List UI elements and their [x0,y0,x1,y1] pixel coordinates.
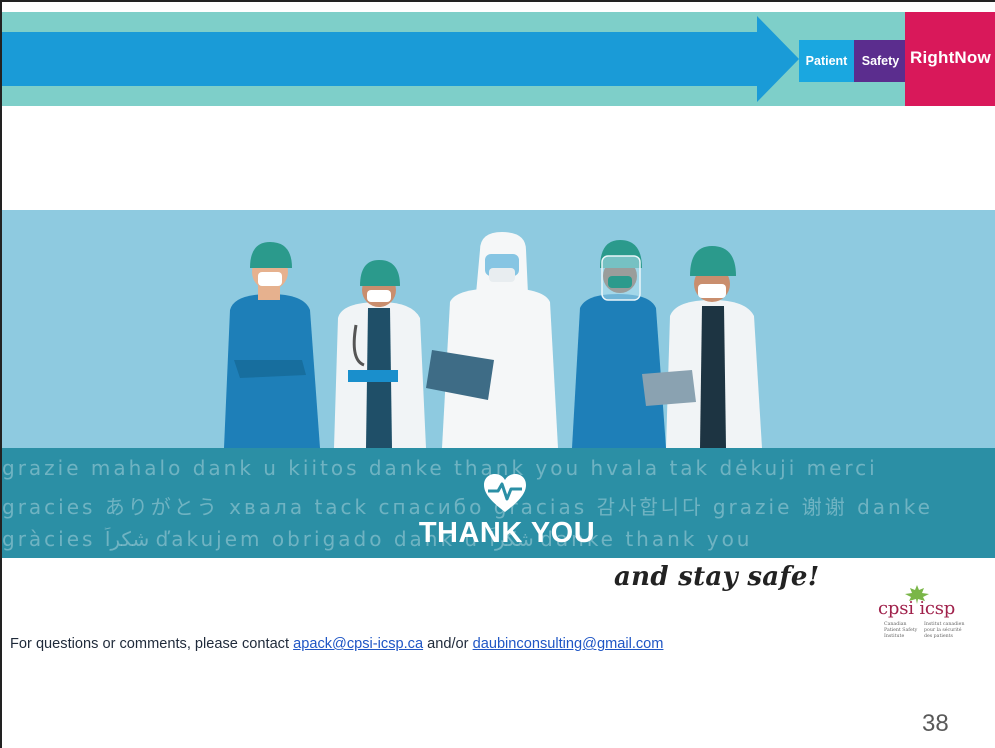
thank-you-text: THANK YOU [418,517,596,549]
worker-2 [334,260,426,448]
logo-right-now-text: RightNow [910,48,991,67]
contact-line: For questions or comments, please contac… [10,636,663,652]
logo-patient: Patient [799,40,854,82]
header-arrow-icon [2,16,799,102]
contact-prefix: For questions or comments, please contac… [10,636,294,652]
email-link-apack[interactable]: apack@cpsi-icsp.ca [293,636,423,652]
patient-safety-logo: Patient Safety [799,40,907,82]
worker-1 [224,242,320,448]
page-number: 38 [922,710,949,737]
right-now-logo: RightNow [905,12,995,106]
thank-you-image: grazie mahalo dank u kiitos danke thank … [2,210,995,558]
cpsi-name: cpsi icsp [878,598,956,619]
cpsi-french-name: Institut canadien pour la sécurité des p… [924,622,965,639]
contact-middle: and/or [423,636,473,652]
worker-3 [426,232,558,448]
stay-safe-tagline: and stay safe! [614,562,820,592]
healthcare-workers-illustration [224,232,762,448]
heart-pulse-icon [484,474,526,512]
slide: Patient Safety RightNow grazie mahalo da… [0,0,995,748]
cpsi-english-name: Canadian Patient Safety Institute [884,622,918,639]
worker-4 [572,240,666,448]
email-link-daubin[interactable]: daubinconsulting@gmail.com [473,636,664,652]
logo-safety: Safety [854,40,907,82]
cpsi-logo: cpsi icsp Canadian Patient Safety Instit… [876,584,986,654]
